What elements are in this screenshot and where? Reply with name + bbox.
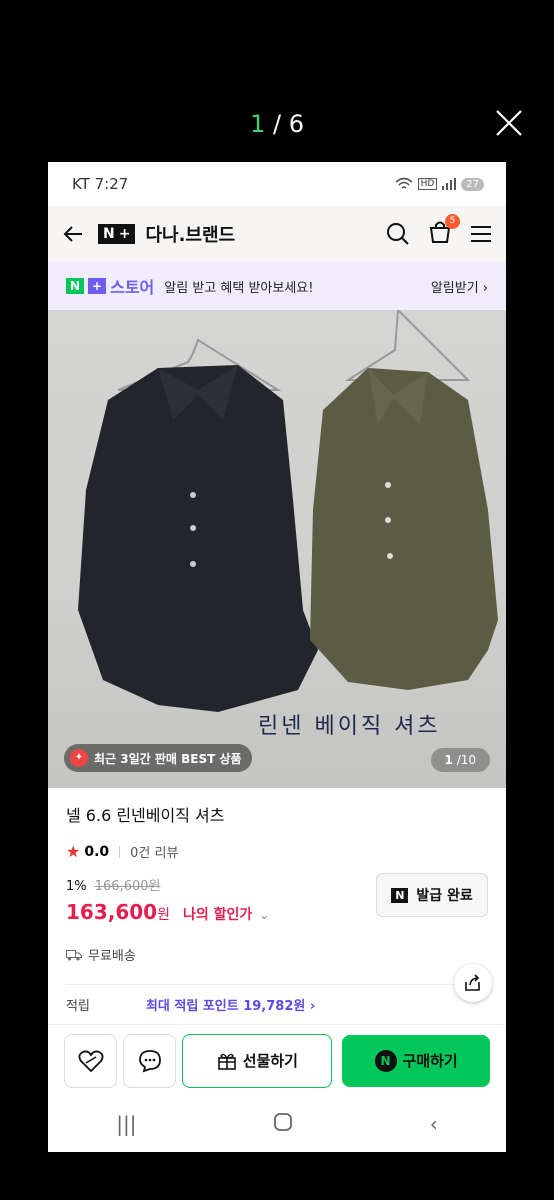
buy-label: 구매하기 [402, 1052, 458, 1070]
nplus-logo[interactable]: N + [98, 224, 136, 244]
gift-icon [217, 1053, 236, 1070]
best-label: 최근 3일간 판매 BEST 상품 [94, 751, 242, 766]
signal-icon [442, 178, 457, 190]
image-viewer-header: 1 / 6 [0, 0, 554, 162]
cart-button[interactable]: 5 [428, 214, 460, 248]
points-row: 적립 최대 적립 포인트 19,782원 › [66, 995, 488, 1014]
phone-screenshot: KT 7:27 HD 27 N + 다나.브랜드 5 N + 스토어 알림 받고 혜택… [48, 162, 506, 1152]
android-nav-bar: ||| ‹ [48, 1096, 506, 1152]
buy-button[interactable]: N 구매하기 [342, 1034, 490, 1087]
gift-button[interactable]: 선물하기 [182, 1033, 333, 1088]
carrier-time: KT 7:27 [72, 175, 129, 193]
status-bar: KT 7:27 HD 27 [48, 162, 506, 206]
notification-banner: N + 스토어 알림 받고 혜택 받아보세요! 알림받기 › [48, 262, 506, 310]
search-icon[interactable] [386, 222, 410, 246]
back-icon[interactable]: ‹ [430, 1112, 438, 1136]
star-icon: ★ [66, 842, 81, 861]
product-image[interactable]: 린넨 베이직 셔츠 ✦ 최근 3일간 판매 BEST 상품 1 /10 [48, 310, 506, 788]
coupon-label: 발급 완료 [416, 888, 473, 904]
best-seller-badge: ✦ 최근 3일간 판매 BEST 상품 [64, 744, 252, 772]
back-arrow-icon[interactable] [62, 223, 84, 245]
nstore-logo-n: N [66, 278, 85, 294]
counter-current: 1 [250, 110, 266, 138]
banner-text: 알림 받고 혜택 받아보세요! [164, 280, 314, 296]
gift-badge-icon: ✦ [70, 749, 88, 767]
shipping-info: 무료배송 [66, 945, 488, 964]
section-divider [66, 984, 488, 985]
brand-name[interactable]: 다나.브랜드 [145, 221, 235, 247]
product-title: 넬 6.6 린넨베이직 셔츠 [66, 806, 225, 825]
cart-badge: 5 [445, 214, 460, 229]
discount-rate: 1% [66, 879, 87, 894]
chat-button[interactable] [123, 1033, 177, 1088]
share-icon [465, 974, 480, 991]
heart-icon [78, 1050, 104, 1072]
price-value: 163,600 [66, 900, 158, 924]
pager-current: 1 [444, 753, 453, 767]
counter-separator: / [272, 110, 282, 138]
image-pager: 1 /10 [430, 748, 490, 772]
nstore-logo: N + 스토어 [66, 274, 154, 298]
recent-apps-icon[interactable]: ||| [116, 1112, 136, 1136]
nstore-logo-plus: + [88, 278, 107, 294]
image-counter: 1 / 6 [0, 110, 554, 138]
bottom-action-bar: 선물하기 N 구매하기 [48, 1024, 506, 1096]
battery-icon: 27 [461, 177, 484, 191]
points-label: 적립 [66, 999, 90, 1014]
original-price: 166,600원 [94, 879, 161, 894]
status-icons: HD 27 [395, 177, 484, 191]
product-info: 넬 6.6 린넨베이직 셔츠 ★ 0.0 0건 리뷰 1% 166,600원 1… [48, 788, 506, 1014]
pager-total: /10 [456, 753, 476, 767]
points-value[interactable]: 최대 적립 포인트 19,782원 › [146, 995, 315, 1014]
store-header: N + 다나.브랜드 5 [48, 206, 506, 262]
review-count[interactable]: 0건 리뷰 [130, 842, 178, 861]
shipping-text: 무료배송 [88, 949, 136, 964]
gift-label: 선물하기 [242, 1052, 298, 1070]
home-icon[interactable] [273, 1112, 293, 1137]
chevron-down-icon: ⌄ [259, 908, 270, 922]
my-discount-label: 나의 할인가 [182, 907, 253, 923]
rating-divider [119, 845, 121, 858]
chat-icon [138, 1049, 161, 1072]
photo-caption: 린넨 베이직 셔츠 [258, 714, 441, 739]
menu-icon[interactable] [470, 224, 492, 244]
coupon-button[interactable]: N 발급 완료 [376, 873, 488, 917]
naver-n-icon: N [391, 887, 409, 903]
price-row: 1% 166,600원 163,600원 나의 할인가 ⌄ N 발급 완료 [66, 873, 488, 937]
nstore-label: 스토어 [110, 278, 155, 297]
naver-pay-icon: N [374, 1049, 397, 1072]
rating-row[interactable]: ★ 0.0 0건 리뷰 [66, 842, 488, 861]
wifi-icon [395, 177, 413, 189]
price-unit: 원 [157, 907, 170, 923]
share-button[interactable] [454, 964, 492, 1002]
counter-total: 6 [288, 110, 304, 138]
close-icon[interactable] [494, 108, 524, 138]
hd-icon: HD [417, 178, 438, 190]
alarm-button[interactable]: 알림받기 › [431, 277, 488, 296]
truck-icon [66, 949, 82, 960]
wishlist-button[interactable] [64, 1033, 118, 1088]
rating-value: 0.0 [84, 843, 110, 860]
